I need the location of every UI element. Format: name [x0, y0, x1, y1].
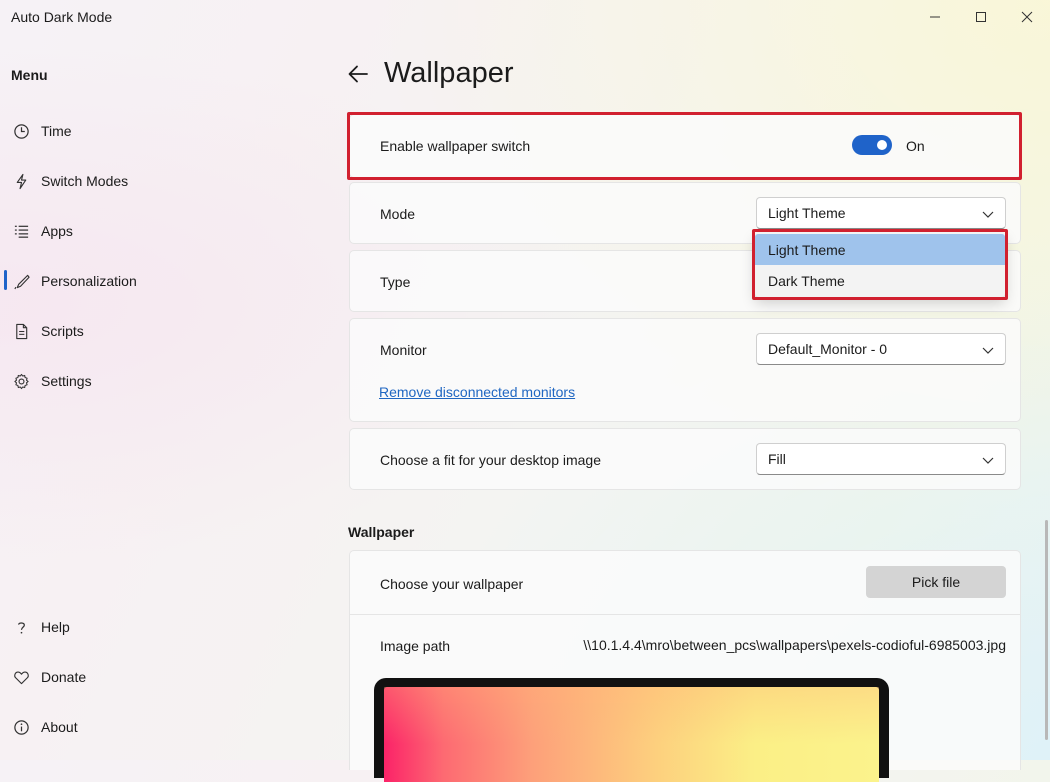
- list-icon: [12, 222, 30, 240]
- sidebar-item-label: Settings: [41, 373, 92, 389]
- sidebar-item-scripts[interactable]: Scripts: [0, 311, 330, 351]
- question-icon: [12, 618, 30, 636]
- maximize-icon: [976, 12, 986, 22]
- sidebar-item-about[interactable]: About: [0, 707, 330, 747]
- heart-icon: [12, 668, 30, 686]
- sidebar-item-label: About: [41, 719, 78, 735]
- sidebar-item-label: Personalization: [41, 273, 137, 289]
- image-path-label: Image path: [380, 638, 451, 654]
- lightning-icon: [12, 172, 30, 190]
- sidebar-item-donate[interactable]: Donate: [0, 657, 330, 697]
- monitor-value: Default_Monitor - 0: [768, 341, 888, 357]
- dropdown-option-light-theme[interactable]: Light Theme: [755, 234, 1005, 265]
- fit-label: Choose a fit for your desktop image: [380, 452, 602, 468]
- document-icon: [12, 322, 30, 340]
- toggle-knob: [877, 140, 887, 150]
- wallpaper-section-title: Wallpaper: [348, 524, 415, 540]
- sidebar-item-label: Scripts: [41, 323, 84, 339]
- fit-dropdown[interactable]: Fill: [756, 443, 1006, 475]
- enable-wallpaper-toggle[interactable]: [852, 135, 892, 155]
- sidebar-item-label: Donate: [41, 669, 87, 685]
- option-label: Dark Theme: [768, 273, 845, 289]
- back-arrow-icon[interactable]: [346, 62, 370, 86]
- clock-icon: [12, 122, 30, 140]
- sidebar-item-switch-modes[interactable]: Switch Modes: [0, 161, 330, 201]
- monitor-label: Monitor: [380, 342, 427, 358]
- fit-value: Fill: [768, 451, 786, 467]
- brush-icon: [12, 272, 30, 290]
- choose-wallpaper-label: Choose your wallpaper: [380, 576, 524, 592]
- sidebar-item-label: Time: [41, 123, 72, 139]
- option-label: Light Theme: [768, 242, 846, 258]
- info-icon: [12, 718, 30, 736]
- sidebar-item-time[interactable]: Time: [0, 111, 330, 151]
- dropdown-option-dark-theme[interactable]: Dark Theme: [755, 265, 1005, 296]
- app-title: Auto Dark Mode: [11, 9, 113, 25]
- sidebar-item-personalization[interactable]: Personalization: [0, 261, 330, 301]
- mode-dropdown[interactable]: Light Theme: [756, 197, 1006, 229]
- close-button[interactable]: [1004, 0, 1050, 34]
- minimize-icon: [930, 16, 940, 18]
- divider: [350, 614, 1020, 615]
- minimize-button[interactable]: [912, 0, 958, 34]
- type-label: Type: [380, 274, 411, 290]
- close-icon: [1021, 11, 1033, 23]
- mode-value: Light Theme: [768, 205, 846, 221]
- chevron-down-icon: [982, 211, 994, 218]
- remove-disconnected-monitors-link[interactable]: Remove disconnected monitors: [379, 384, 575, 400]
- sidebar-item-help[interactable]: Help: [0, 607, 330, 647]
- chevron-down-icon: [982, 457, 994, 464]
- mode-label: Mode: [380, 206, 416, 222]
- wallpaper-preview-image: [384, 687, 879, 782]
- scrollbar[interactable]: [1045, 520, 1048, 740]
- sidebar-item-settings[interactable]: Settings: [0, 361, 330, 401]
- sidebar-item-label: Switch Modes: [41, 173, 129, 189]
- maximize-button[interactable]: [958, 0, 1004, 34]
- sidebar-item-label: Apps: [41, 223, 73, 239]
- monitor-dropdown[interactable]: Default_Monitor - 0: [756, 333, 1006, 365]
- menu-heading: Menu: [11, 67, 48, 83]
- mode-dropdown-list: Light Theme Dark Theme: [755, 232, 1005, 297]
- enable-wallpaper-label: Enable wallpaper switch: [380, 138, 531, 154]
- sidebar-item-label: Help: [41, 619, 70, 635]
- wallpaper-preview-monitor: [374, 678, 889, 782]
- toggle-state-text: On: [906, 138, 925, 154]
- chevron-down-icon: [982, 347, 994, 354]
- page-title: Wallpaper: [384, 57, 514, 89]
- pick-file-button[interactable]: Pick file: [866, 566, 1006, 598]
- gear-icon: [12, 372, 30, 390]
- image-path-value: \\10.1.4.4\mro\between_pcs\wallpapers\pe…: [583, 637, 1006, 653]
- sidebar-item-apps[interactable]: Apps: [0, 211, 330, 251]
